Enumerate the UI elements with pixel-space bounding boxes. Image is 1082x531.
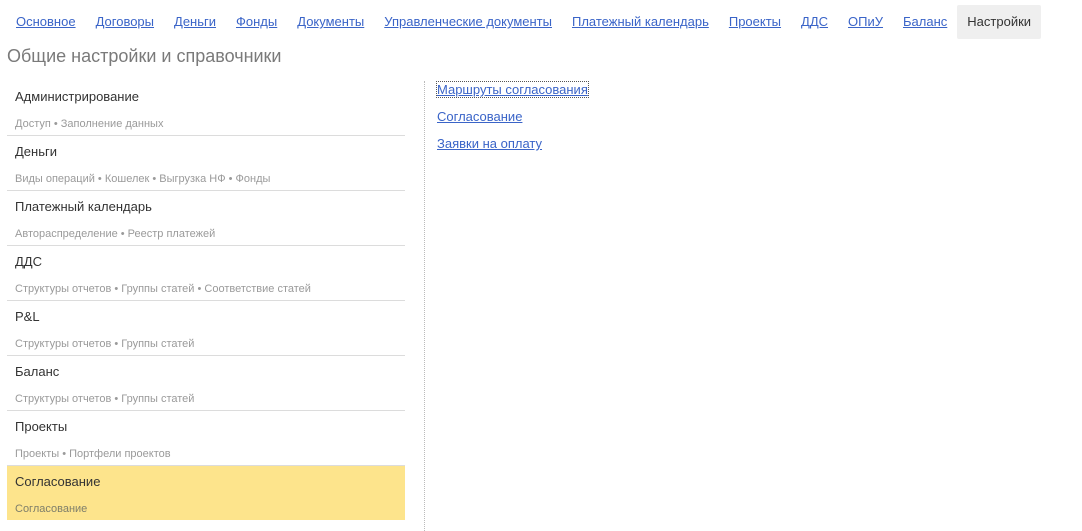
link-marshruty-soglasovaniya[interactable]: Маршруты согласования: [436, 81, 589, 109]
link-label: Согласование: [437, 109, 523, 124]
group-title: Деньги: [15, 144, 57, 159]
group-proekty[interactable]: Проекты Проекты • Портфели проектов: [7, 411, 405, 466]
group-title: Администрирование: [15, 89, 139, 104]
group-platezhnyi-kalendar[interactable]: Платежный календарь Автораспределение • …: [7, 191, 405, 246]
group-links-panel: Маршруты согласования Согласование Заявк…: [436, 81, 589, 163]
tab-dokumenty[interactable]: Документы: [287, 5, 374, 39]
group-pl[interactable]: P&L Структуры отчетов • Группы статей: [7, 301, 405, 356]
tab-opiu[interactable]: ОПиУ: [838, 5, 893, 39]
tab-upravlencheskie-dokumenty[interactable]: Управленческие документы: [374, 5, 562, 39]
group-subtitle: Автораспределение • Реестр платежей: [15, 228, 216, 240]
top-nav: Основное Договоры Деньги Фонды Документы…: [6, 5, 1042, 39]
tab-dogovory[interactable]: Договоры: [86, 5, 164, 39]
group-balans[interactable]: Баланс Структуры отчетов • Группы статей: [7, 356, 405, 411]
group-dds[interactable]: ДДС Структуры отчетов • Группы статей • …: [7, 246, 405, 301]
group-title: Платежный календарь: [15, 199, 152, 214]
group-title: Проекты: [15, 419, 68, 434]
link-zayavki-na-oplatu[interactable]: Заявки на оплату: [437, 136, 588, 163]
group-subtitle: Доступ • Заполнение данных: [15, 118, 164, 130]
group-soglasovanie[interactable]: Согласование Согласование: [7, 466, 405, 521]
group-subtitle: Структуры отчетов • Группы статей: [15, 338, 195, 350]
group-subtitle: Структуры отчетов • Группы статей: [15, 393, 195, 405]
settings-group-list: Администрирование Доступ • Заполнение да…: [7, 81, 405, 521]
tab-platezhnyi-kalendar[interactable]: Платежный календарь: [562, 5, 719, 39]
group-title: Баланс: [15, 364, 60, 379]
group-subtitle: Виды операций • Кошелек • Выгрузка НФ • …: [15, 173, 271, 185]
tab-dds[interactable]: ДДС: [791, 5, 838, 39]
link-soglasovanie[interactable]: Согласование: [437, 109, 588, 136]
group-dengi[interactable]: Деньги Виды операций • Кошелек • Выгрузк…: [7, 136, 405, 191]
tab-osnovnoe[interactable]: Основное: [6, 5, 86, 39]
group-title: ДДС: [15, 254, 42, 269]
tab-nastroiki[interactable]: Настройки: [957, 5, 1042, 39]
link-label: Заявки на оплату: [437, 136, 543, 151]
tab-dengi[interactable]: Деньги: [164, 5, 226, 39]
group-title: Согласование: [15, 474, 101, 489]
panel-divider: [424, 81, 425, 531]
tab-fondy[interactable]: Фонды: [226, 5, 287, 39]
group-subtitle: Согласование: [15, 503, 88, 515]
link-label: Маршруты согласования: [436, 81, 589, 98]
tab-proekty[interactable]: Проекты: [719, 5, 791, 39]
group-administrirovanie[interactable]: Администрирование Доступ • Заполнение да…: [7, 81, 405, 136]
group-subtitle: Проекты • Портфели проектов: [15, 448, 171, 460]
group-title: P&L: [15, 309, 40, 324]
group-subtitle: Структуры отчетов • Группы статей • Соот…: [15, 283, 311, 295]
page-title: Общие настройки и справочники: [7, 46, 282, 66]
tab-balans[interactable]: Баланс: [893, 5, 957, 39]
